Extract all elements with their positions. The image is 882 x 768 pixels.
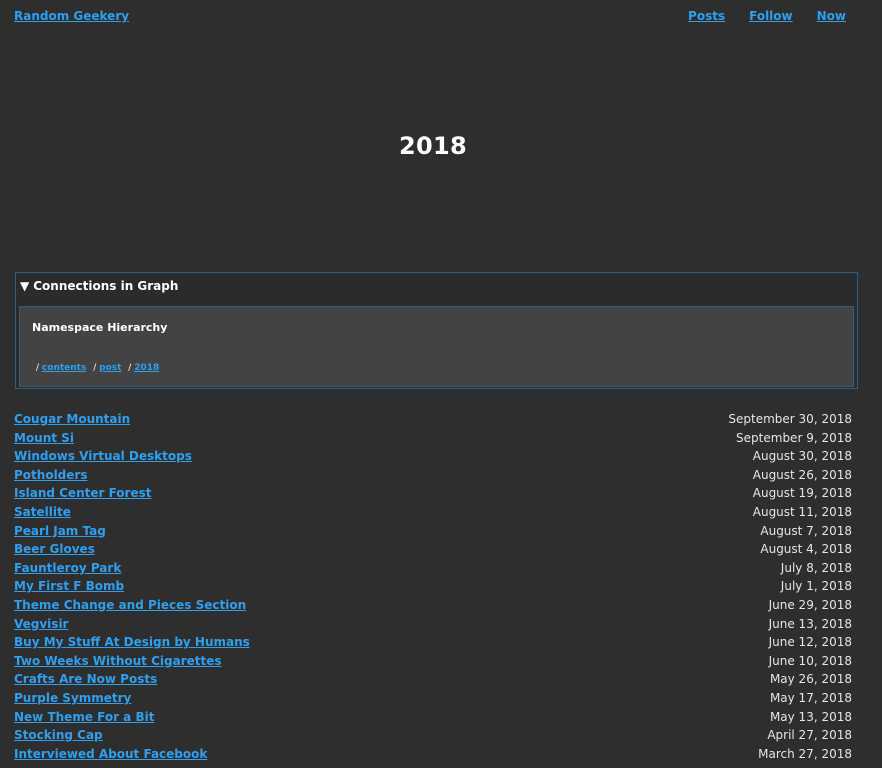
nav-posts-link[interactable]: Posts	[688, 9, 725, 23]
post-date: August 11, 2018	[752, 504, 852, 519]
post-date: August 19, 2018	[752, 486, 852, 501]
post-link[interactable]: Satellite	[14, 503, 71, 522]
post-link[interactable]: Theme Change and Pieces Section	[14, 596, 246, 615]
list-item: Island Center Forest August 19, 2018	[14, 484, 852, 503]
list-item: Stocking Cap April 27, 2018	[14, 726, 852, 745]
post-date: May 13, 2018	[769, 709, 852, 724]
post-date: June 13, 2018	[768, 616, 852, 631]
list-item: Beer Gloves August 4, 2018	[14, 540, 852, 559]
post-link[interactable]: Beer Gloves	[14, 540, 95, 559]
post-date: August 26, 2018	[752, 467, 852, 482]
top-bar: Random Geekery Posts Follow Now	[14, 9, 854, 27]
post-date: May 26, 2018	[769, 672, 852, 687]
post-link[interactable]: Pearl Jam Tag	[14, 522, 106, 541]
path-separator: /	[128, 363, 132, 373]
post-link[interactable]: Island Center Forest	[14, 484, 151, 503]
post-date: June 12, 2018	[768, 635, 852, 650]
main-nav: Posts Follow Now	[688, 9, 846, 23]
list-item: Two Weeks Without Cigarettes June 10, 201…	[14, 652, 852, 671]
post-date: August 30, 2018	[752, 449, 852, 464]
post-date: March 27, 2018	[758, 746, 852, 761]
list-item: Buy My Stuff At Design by Humans June 12,…	[14, 633, 852, 652]
post-date: July 8, 2018	[780, 560, 852, 575]
graph-connections-toggle[interactable]: ▼ Connections in Graph	[20, 279, 178, 293]
post-date: May 17, 2018	[769, 690, 852, 705]
post-date: September 9, 2018	[736, 430, 852, 445]
post-link[interactable]: My First F Bomb	[14, 577, 124, 596]
list-item: Vegvisir June 13, 2018	[14, 615, 852, 634]
list-item: New Theme For a Bit May 13, 2018	[14, 708, 852, 727]
list-item: Cougar Mountain September 30, 2018	[14, 410, 852, 429]
namespace-hierarchy-box: Namespace Hierarchy / contents / post / …	[19, 306, 854, 387]
list-item: Windows Virtual Desktops August 30, 2018	[14, 447, 852, 466]
page-title: 2018	[399, 132, 467, 160]
post-link[interactable]: Two Weeks Without Cigarettes	[14, 652, 222, 671]
post-date: August 4, 2018	[760, 542, 852, 557]
post-link[interactable]: Vegvisir	[14, 615, 68, 634]
path-separator: /	[93, 363, 97, 373]
post-date: April 27, 2018	[767, 728, 852, 743]
list-item: Pearl Jam Tag August 7, 2018	[14, 522, 852, 541]
namespace-hierarchy-title: Namespace Hierarchy	[32, 321, 168, 334]
path-2018-link[interactable]: 2018	[134, 363, 159, 373]
post-date: July 1, 2018	[780, 579, 852, 594]
path-separator: /	[36, 363, 40, 373]
post-date: June 10, 2018	[768, 653, 852, 668]
path-post-link[interactable]: post	[99, 363, 121, 373]
nav-follow-link[interactable]: Follow	[749, 9, 793, 23]
post-link[interactable]: Mount Si	[14, 429, 74, 448]
post-list: Cougar Mountain September 30, 2018 Mount …	[14, 410, 852, 763]
nav-now-link[interactable]: Now	[817, 9, 846, 23]
list-item: Fauntleroy Park July 8, 2018	[14, 559, 852, 578]
post-link[interactable]: Fauntleroy Park	[14, 559, 121, 578]
post-link[interactable]: Interviewed About Facebook	[14, 745, 207, 764]
graph-connections-label: Connections in Graph	[33, 279, 179, 293]
list-item: Mount Si September 9, 2018	[14, 429, 852, 448]
list-item: Purple Symmetry May 17, 2018	[14, 689, 852, 708]
post-link[interactable]: Stocking Cap	[14, 726, 103, 745]
site-title-link[interactable]: Random Geekery	[14, 9, 129, 23]
post-link[interactable]: Buy My Stuff At Design by Humans	[14, 633, 250, 652]
post-link[interactable]: Crafts Are Now Posts	[14, 670, 157, 689]
post-date: August 7, 2018	[760, 523, 852, 538]
graph-connections-panel: ▼ Connections in Graph Namespace Hierarch…	[15, 272, 858, 389]
post-link[interactable]: Cougar Mountain	[14, 410, 130, 429]
list-item: Potholders August 26, 2018	[14, 466, 852, 485]
list-item: Crafts Are Now Posts May 26, 2018	[14, 670, 852, 689]
list-item: Interviewed About Facebook March 27, 2018	[14, 745, 852, 764]
list-item: Theme Change and Pieces Section June 29, …	[14, 596, 852, 615]
post-link[interactable]: Purple Symmetry	[14, 689, 131, 708]
post-link[interactable]: Potholders	[14, 466, 87, 485]
path-contents-link[interactable]: contents	[42, 363, 86, 373]
namespace-breadcrumb: / contents / post / 2018	[32, 363, 159, 373]
post-date: September 30, 2018	[728, 412, 852, 426]
list-item: Satellite August 11, 2018	[14, 503, 852, 522]
post-link[interactable]: New Theme For a Bit	[14, 708, 154, 727]
post-link[interactable]: Windows Virtual Desktops	[14, 447, 192, 466]
post-date: June 29, 2018	[768, 597, 852, 612]
list-item: My First F Bomb July 1, 2018	[14, 577, 852, 596]
triangle-down-icon: ▼	[20, 279, 30, 293]
